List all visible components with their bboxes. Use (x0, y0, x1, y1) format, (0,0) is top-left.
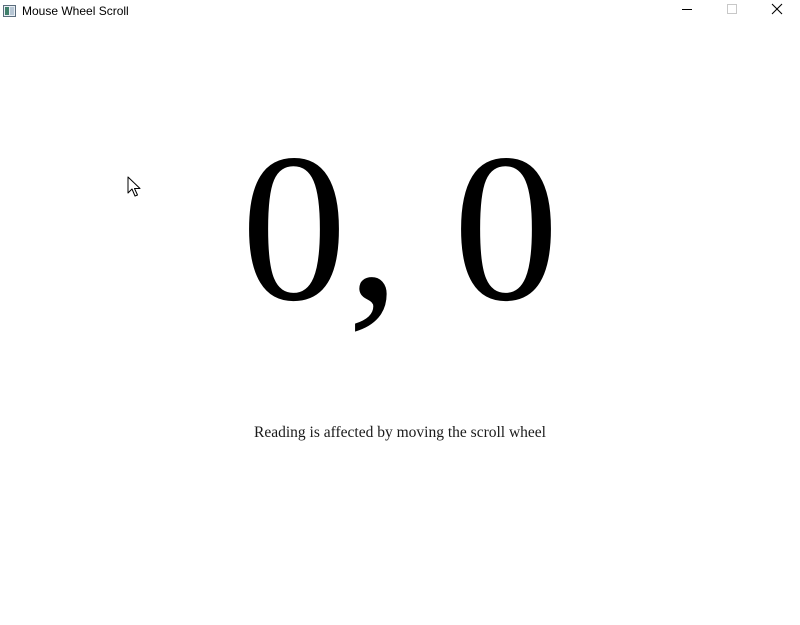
mouse-pointer-icon (127, 176, 141, 198)
minimize-icon (681, 2, 693, 20)
window-title: Mouse Wheel Scroll (22, 4, 129, 18)
app-window: Mouse Wheel Scroll 0, 0 Reading is affec… (0, 0, 800, 625)
close-icon (771, 2, 783, 20)
maximize-button[interactable] (709, 0, 755, 22)
app-window-icon (3, 4, 16, 17)
instruction-caption: Reading is affected by moving the scroll… (254, 424, 546, 441)
scroll-reading: 0, 0 (241, 110, 559, 345)
title-bar[interactable]: Mouse Wheel Scroll (0, 0, 800, 22)
close-button[interactable] (754, 0, 800, 22)
minimize-button[interactable] (664, 0, 710, 22)
maximize-icon (726, 2, 738, 20)
